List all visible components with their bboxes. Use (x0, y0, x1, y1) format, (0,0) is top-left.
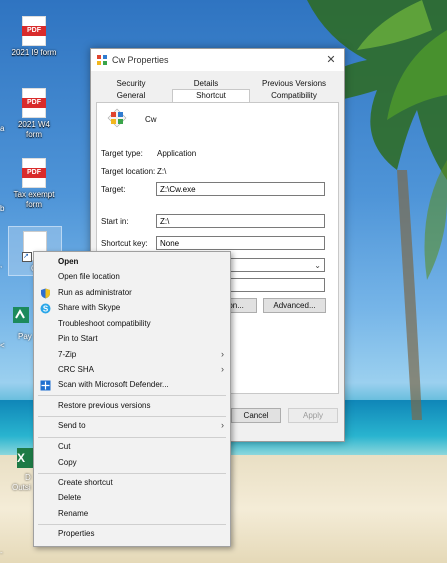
edge-fragment: , (0, 260, 3, 269)
desktop-icon-i9-form[interactable]: PDF 2021 I9 form (4, 16, 64, 58)
menu-item-create-shortcut[interactable]: Create shortcut (58, 476, 113, 490)
menu-item-copy[interactable]: Copy (58, 456, 77, 470)
app-icon (97, 55, 107, 65)
menu-item-rename[interactable]: Rename (58, 507, 88, 521)
menu-item-properties[interactable]: Properties (58, 527, 94, 541)
menu-item-pin-to-start[interactable]: Pin to Start (58, 332, 98, 346)
menu-item-send-to[interactable]: Send to (58, 419, 86, 433)
dialog-title: Cw Properties (112, 55, 169, 65)
target-location-label: Target location: (101, 167, 156, 176)
menu-item-cut[interactable]: Cut (58, 440, 70, 454)
menu-item-open-file-location[interactable]: Open file location (58, 270, 120, 284)
tab-previous-versions[interactable]: Previous Versions (254, 78, 334, 90)
desktop-icon-label: Tax exempt (13, 190, 55, 199)
shortcut-arrow-icon: ↗ (22, 252, 32, 262)
menu-separator (38, 395, 226, 396)
svg-text:S: S (43, 304, 49, 313)
desktop-icon-w4-form[interactable]: PDF 2021 W4 form (4, 88, 64, 140)
edge-fragment: - (0, 548, 3, 557)
advanced-button[interactable]: Advanced... (263, 298, 326, 313)
start-in-label: Start in: (101, 217, 129, 226)
menu-item-restore-previous-versions[interactable]: Restore previous versions (58, 399, 150, 413)
dialog-titlebar[interactable]: Cw Properties ✕ (91, 49, 344, 71)
uac-shield-icon (41, 288, 50, 299)
desktop-icon-label: form (26, 130, 42, 139)
app-name: Cw (145, 115, 157, 124)
desktop-icon-label: 2021 W4 (17, 120, 51, 129)
context-menu: Open Open file location Run as administr… (33, 251, 231, 547)
target-location-value: Z:\ (157, 167, 167, 176)
shortcut-key-field[interactable]: None (156, 236, 325, 250)
start-in-field[interactable]: Z:\ (156, 214, 325, 228)
submenu-arrow-icon: › (221, 364, 224, 374)
pay-app-icon (13, 307, 29, 323)
submenu-arrow-icon: › (221, 420, 224, 430)
desktop-icon-tax-exempt-form[interactable]: PDF Tax exempt form (4, 158, 64, 210)
target-type-label: Target type: (101, 149, 143, 158)
pdf-file-icon: PDF (22, 16, 46, 46)
menu-separator (38, 437, 226, 438)
menu-item-crc-sha[interactable]: CRC SHA (58, 363, 94, 377)
pdf-file-icon: PDF (22, 88, 46, 118)
skype-icon: S (40, 303, 51, 314)
menu-separator (38, 524, 226, 525)
pdf-file-icon: PDF (22, 158, 46, 188)
tab-compatibility[interactable]: Compatibility (254, 90, 334, 102)
tab-security[interactable]: Security (106, 78, 156, 90)
menu-item-troubleshoot-compatibility[interactable]: Troubleshoot compatibility (58, 317, 151, 331)
desktop-icon-label: D (25, 473, 31, 482)
cw-app-icon (107, 108, 127, 128)
close-button[interactable]: ✕ (322, 51, 340, 69)
apply-button[interactable]: Apply (288, 408, 338, 423)
menu-item-open[interactable]: Open (58, 255, 78, 269)
target-type-value: Application (157, 149, 197, 158)
chevron-down-icon: ⌄ (314, 261, 321, 270)
desktop-icon-label: Outsi (12, 483, 31, 492)
shortcut-key-label: Shortcut key: (101, 239, 148, 248)
tab-shortcut[interactable]: Shortcut (172, 89, 250, 103)
menu-item-run-as-administrator[interactable]: Run as administrator (58, 286, 132, 300)
menu-item-7zip[interactable]: 7-Zip (58, 348, 76, 362)
edge-fragment: a (0, 124, 5, 133)
target-label: Target: (101, 185, 126, 194)
desktop-icon-label: form (26, 200, 42, 209)
desktop-icon-label: 2021 I9 form (11, 48, 57, 57)
cancel-button[interactable]: Cancel (231, 408, 281, 423)
desktop-icon-label: Pay (18, 332, 32, 341)
menu-item-scan-with-defender[interactable]: Scan with Microsoft Defender... (58, 378, 169, 392)
menu-item-delete[interactable]: Delete (58, 491, 81, 505)
submenu-arrow-icon: › (221, 349, 224, 359)
edge-fragment: < (0, 341, 5, 350)
target-field[interactable]: Z:\Cw.exe (156, 182, 325, 196)
menu-item-share-with-skype[interactable]: Share with Skype (58, 301, 120, 315)
tab-general[interactable]: General (106, 90, 156, 102)
menu-separator (38, 473, 226, 474)
defender-icon (40, 380, 51, 391)
edge-fragment: b (0, 204, 5, 213)
menu-separator (38, 416, 226, 417)
